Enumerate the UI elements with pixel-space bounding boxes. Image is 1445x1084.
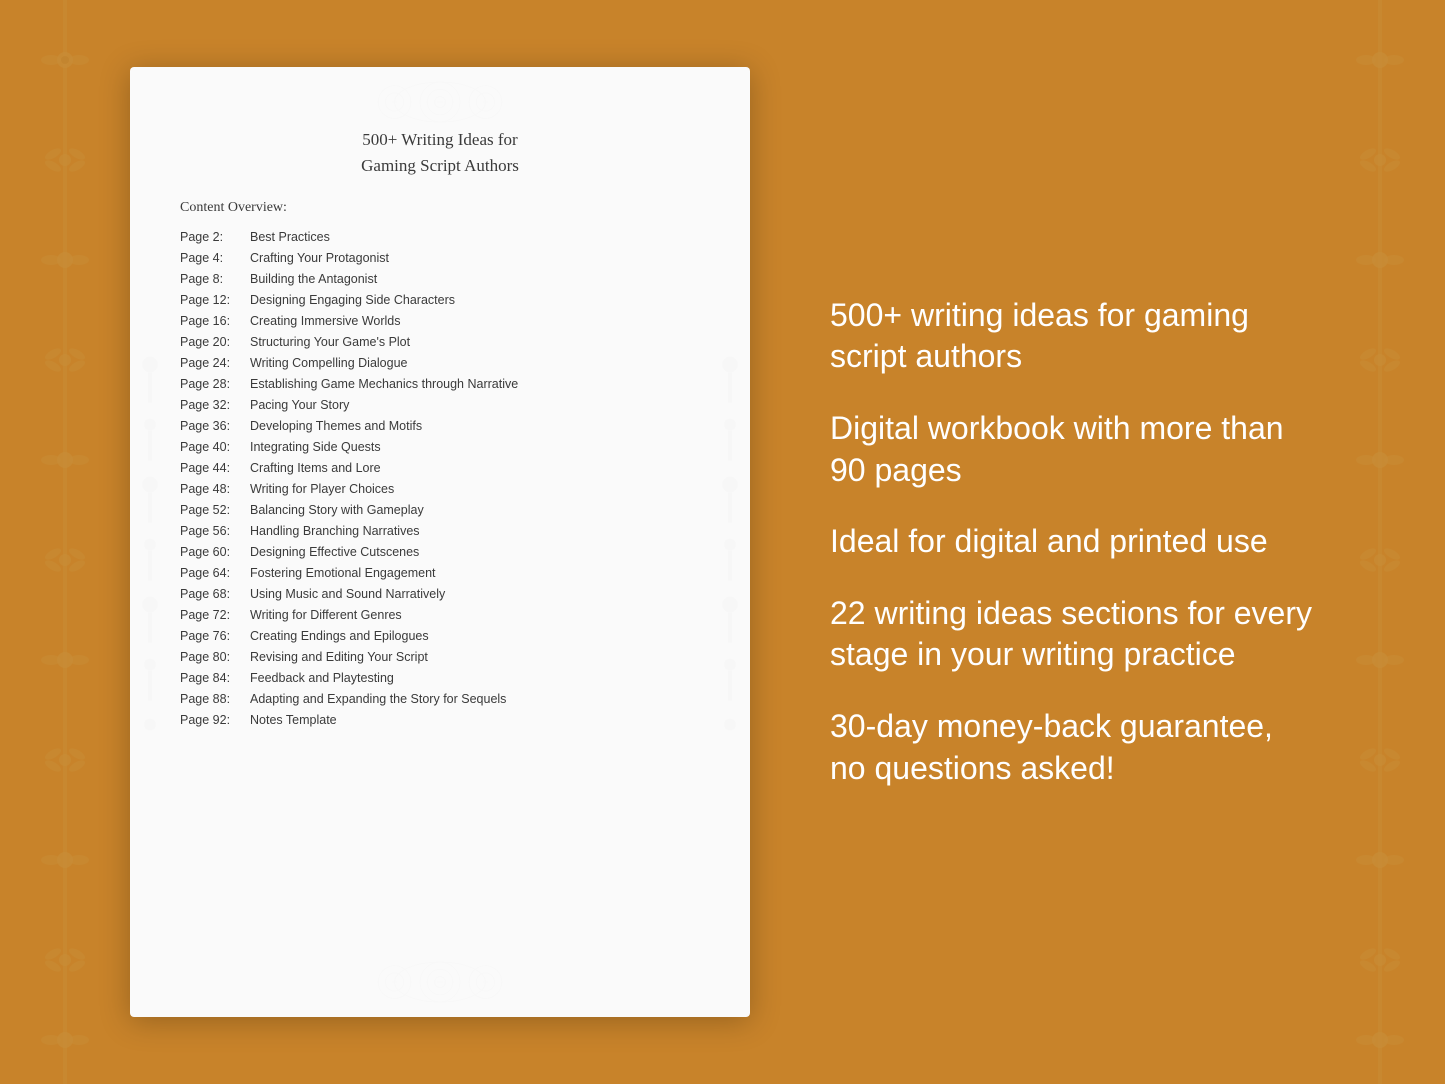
toc-page-number: Page 16: xyxy=(180,314,250,328)
table-row: Page 84:Feedback and Playtesting xyxy=(180,667,700,688)
feature-item-4: 30-day money-back guarantee, no question… xyxy=(830,706,1315,789)
table-row: Page 92:Notes Template xyxy=(180,709,700,730)
toc-title: Establishing Game Mechanics through Narr… xyxy=(250,377,518,391)
table-row: Page 60:Designing Effective Cutscenes xyxy=(180,541,700,562)
main-content: 500+ Writing Ideas for Gaming Script Aut… xyxy=(0,0,1445,1084)
table-row: Page 56:Handling Branching Narratives xyxy=(180,520,700,541)
document-title: 500+ Writing Ideas for Gaming Script Aut… xyxy=(180,127,700,178)
table-row: Page 72:Writing for Different Genres xyxy=(180,604,700,625)
feature-text: 500+ writing ideas for gaming script aut… xyxy=(830,295,1315,378)
toc-page-number: Page 80: xyxy=(180,650,250,664)
table-row: Page 48:Writing for Player Choices xyxy=(180,478,700,499)
card-side-decoration-left xyxy=(135,335,165,750)
table-row: Page 44:Crafting Items and Lore xyxy=(180,457,700,478)
toc-title: Notes Template xyxy=(250,713,337,727)
toc-title: Adapting and Expanding the Story for Seq… xyxy=(250,692,506,706)
features-panel: 500+ writing ideas for gaming script aut… xyxy=(810,295,1315,789)
table-row: Page 32:Pacing Your Story xyxy=(180,394,700,415)
feature-text: Ideal for digital and printed use xyxy=(830,521,1315,563)
toc-title: Handling Branching Narratives xyxy=(250,524,420,538)
toc-title: Writing Compelling Dialogue xyxy=(250,356,407,370)
toc-title: Creating Endings and Epilogues xyxy=(250,629,429,643)
toc-title: Writing for Player Choices xyxy=(250,482,394,496)
toc-title: Designing Engaging Side Characters xyxy=(250,293,455,307)
toc-page-number: Page 44: xyxy=(180,461,250,475)
toc-title: Pacing Your Story xyxy=(250,398,349,412)
toc-title: Developing Themes and Motifs xyxy=(250,419,422,433)
toc-page-number: Page 52: xyxy=(180,503,250,517)
table-row: Page 8:Building the Antagonist xyxy=(180,268,700,289)
table-row: Page 12:Designing Engaging Side Characte… xyxy=(180,289,700,310)
content-overview-label: Content Overview: xyxy=(180,200,700,216)
toc-title: Writing for Different Genres xyxy=(250,608,402,622)
toc-title: Crafting Items and Lore xyxy=(250,461,381,475)
toc-page-number: Page 68: xyxy=(180,587,250,601)
feature-item-2: Ideal for digital and printed use xyxy=(830,521,1315,563)
toc-page-number: Page 4: xyxy=(180,251,250,265)
toc-page-number: Page 76: xyxy=(180,629,250,643)
toc-page-number: Page 88: xyxy=(180,692,250,706)
table-of-contents: Page 2:Best PracticesPage 4:Crafting You… xyxy=(180,226,700,730)
toc-title: Creating Immersive Worlds xyxy=(250,314,401,328)
toc-title: Using Music and Sound Narratively xyxy=(250,587,445,601)
table-row: Page 68:Using Music and Sound Narrativel… xyxy=(180,583,700,604)
table-row: Page 2:Best Practices xyxy=(180,226,700,247)
toc-title: Designing Effective Cutscenes xyxy=(250,545,419,559)
toc-title: Best Practices xyxy=(250,230,330,244)
toc-page-number: Page 36: xyxy=(180,419,250,433)
table-row: Page 36:Developing Themes and Motifs xyxy=(180,415,700,436)
toc-title: Crafting Your Protagonist xyxy=(250,251,389,265)
toc-page-number: Page 72: xyxy=(180,608,250,622)
table-row: Page 64:Fostering Emotional Engagement xyxy=(180,562,700,583)
document-card: 500+ Writing Ideas for Gaming Script Aut… xyxy=(130,67,750,1017)
table-row: Page 76:Creating Endings and Epilogues xyxy=(180,625,700,646)
table-row: Page 20:Structuring Your Game's Plot xyxy=(180,331,700,352)
feature-item-1: Digital workbook with more than 90 pages xyxy=(830,408,1315,491)
toc-page-number: Page 56: xyxy=(180,524,250,538)
feature-text: 30-day money-back guarantee, no question… xyxy=(830,706,1315,789)
toc-page-number: Page 2: xyxy=(180,230,250,244)
toc-page-number: Page 64: xyxy=(180,566,250,580)
toc-page-number: Page 12: xyxy=(180,293,250,307)
table-row: Page 40:Integrating Side Quests xyxy=(180,436,700,457)
feature-text: Digital workbook with more than 90 pages xyxy=(830,408,1315,491)
feature-item-3: 22 writing ideas sections for every stag… xyxy=(830,593,1315,676)
toc-title: Feedback and Playtesting xyxy=(250,671,394,685)
document-title-line1: 500+ Writing Ideas for xyxy=(362,130,517,149)
feature-text: 22 writing ideas sections for every stag… xyxy=(830,593,1315,676)
table-row: Page 4:Crafting Your Protagonist xyxy=(180,247,700,268)
card-watermark-bottom xyxy=(340,957,540,1007)
toc-page-number: Page 84: xyxy=(180,671,250,685)
card-watermark-top xyxy=(340,77,540,127)
toc-page-number: Page 92: xyxy=(180,713,250,727)
toc-page-number: Page 8: xyxy=(180,272,250,286)
toc-page-number: Page 20: xyxy=(180,335,250,349)
table-row: Page 80:Revising and Editing Your Script xyxy=(180,646,700,667)
table-row: Page 28:Establishing Game Mechanics thro… xyxy=(180,373,700,394)
toc-page-number: Page 40: xyxy=(180,440,250,454)
toc-title: Balancing Story with Gameplay xyxy=(250,503,424,517)
table-row: Page 88:Adapting and Expanding the Story… xyxy=(180,688,700,709)
table-row: Page 24:Writing Compelling Dialogue xyxy=(180,352,700,373)
toc-page-number: Page 24: xyxy=(180,356,250,370)
feature-item-0: 500+ writing ideas for gaming script aut… xyxy=(830,295,1315,378)
table-row: Page 52:Balancing Story with Gameplay xyxy=(180,499,700,520)
toc-title: Structuring Your Game's Plot xyxy=(250,335,410,349)
toc-title: Integrating Side Quests xyxy=(250,440,381,454)
document-title-line2: Gaming Script Authors xyxy=(361,156,519,175)
toc-title: Revising and Editing Your Script xyxy=(250,650,428,664)
toc-title: Building the Antagonist xyxy=(250,272,377,286)
toc-page-number: Page 28: xyxy=(180,377,250,391)
table-row: Page 16:Creating Immersive Worlds xyxy=(180,310,700,331)
toc-page-number: Page 32: xyxy=(180,398,250,412)
toc-page-number: Page 48: xyxy=(180,482,250,496)
card-side-decoration-right xyxy=(715,335,745,750)
toc-page-number: Page 60: xyxy=(180,545,250,559)
toc-title: Fostering Emotional Engagement xyxy=(250,566,436,580)
